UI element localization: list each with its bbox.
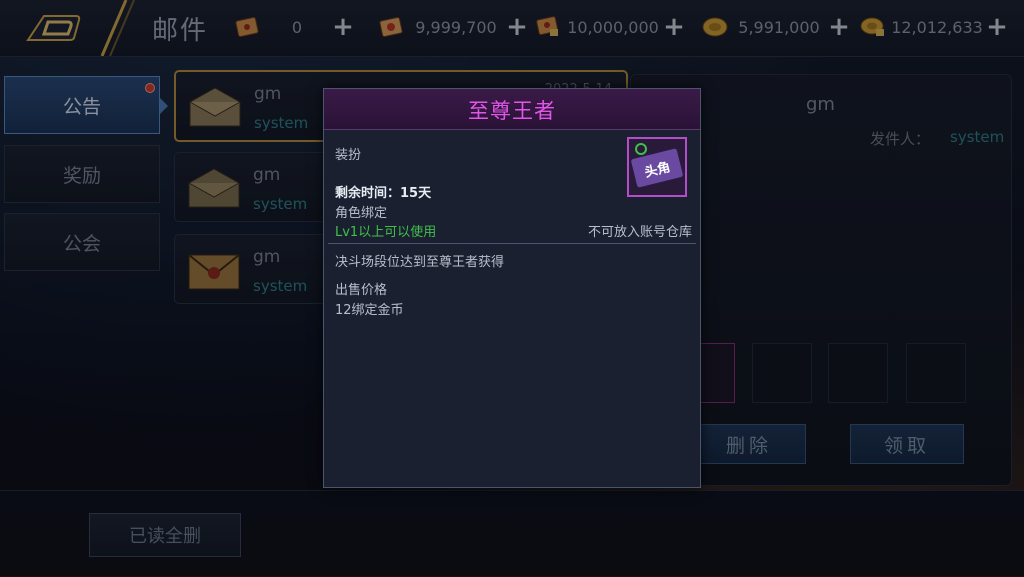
item-type: 装扮 (335, 148, 362, 163)
level-requirement: Lv1以上可以使用 (335, 225, 437, 240)
sell-price-label: 出售价格 (335, 283, 388, 298)
sell-price: 12绑定金币 (335, 303, 404, 318)
tooltip-header: 至尊王者 (324, 89, 700, 130)
item-name: 至尊王者 (468, 99, 556, 123)
remaining-time: 剩余时间：15天 (335, 186, 432, 201)
warehouse-restriction: 不可放入账号仓库 (587, 225, 692, 240)
item-tooltip: 至尊王者 头角 装扮 剩余时间：15天 角色绑定 Lv1以上可以使用 不可放入账… (323, 88, 701, 488)
tooltip-divider (328, 243, 696, 244)
bind-status: 角色绑定 (335, 206, 388, 221)
headwear-card-icon: 头角 (627, 137, 687, 197)
item-source: 决斗场段位达到至尊王者获得 (335, 255, 505, 270)
